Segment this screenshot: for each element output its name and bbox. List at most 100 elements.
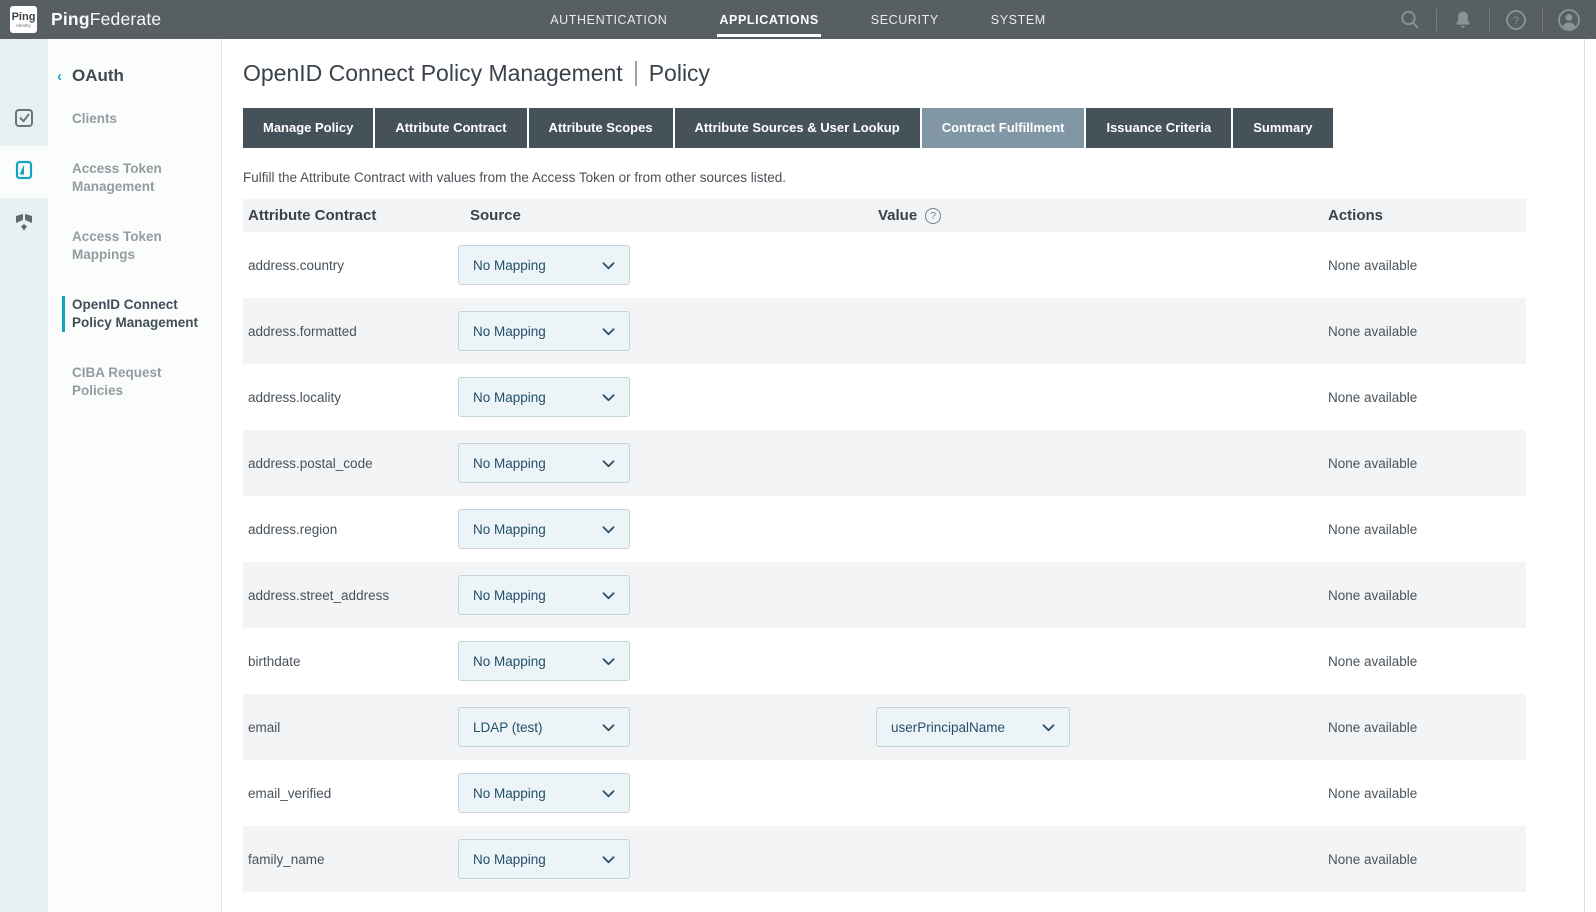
table-row: address.postal_codeNo MappingNone availa… bbox=[243, 430, 1526, 496]
source-dropdown[interactable]: No Mapping bbox=[458, 245, 630, 285]
main-content: OpenID Connect Policy Management Policy … bbox=[222, 39, 1584, 912]
tab-attribute-sources-user-lookup[interactable]: Attribute Sources & User Lookup bbox=[675, 108, 920, 148]
sidebar-item-token-management-shortcut[interactable] bbox=[0, 146, 48, 198]
sidebar-item-ciba-request-policies[interactable]: CIBA Request Policies bbox=[48, 364, 221, 400]
chevron-down-icon bbox=[602, 720, 615, 735]
source-dropdown[interactable]: No Mapping bbox=[458, 509, 630, 549]
source-dropdown[interactable]: LDAP (test) bbox=[458, 707, 630, 747]
divider bbox=[1489, 9, 1490, 31]
table-row: family_name No Mapping None available bbox=[243, 826, 1526, 892]
header-source: Source bbox=[458, 207, 860, 224]
source-dropdown-label: No Mapping bbox=[473, 588, 546, 603]
source-dropdown[interactable]: No Mapping bbox=[458, 377, 630, 417]
source-dropdown-label: LDAP (test) bbox=[473, 720, 543, 735]
tab-manage-policy[interactable]: Manage Policy bbox=[243, 108, 373, 148]
attribute-name: address.region bbox=[243, 522, 458, 537]
divider bbox=[1542, 9, 1543, 31]
sidebar-item-clients[interactable]: Clients bbox=[48, 110, 221, 128]
header-value: Value ? bbox=[860, 207, 1305, 224]
help-icon[interactable]: ? bbox=[1503, 7, 1529, 33]
source-cell: No Mapping bbox=[458, 245, 860, 285]
source-dropdown-label: No Mapping bbox=[473, 852, 546, 867]
tab-contract-fulfillment[interactable]: Contract Fulfillment bbox=[922, 108, 1085, 148]
topbar-icons: ? bbox=[1397, 0, 1582, 39]
table-header: Attribute Contract Source Value ? Action… bbox=[243, 199, 1526, 232]
svg-text:?: ? bbox=[1513, 15, 1519, 27]
source-cell: No Mapping bbox=[458, 839, 860, 879]
sidebar-item-token-mapping-shortcut[interactable] bbox=[0, 198, 48, 250]
source-cell: No Mapping bbox=[458, 509, 860, 549]
value-help-icon[interactable]: ? bbox=[925, 208, 941, 224]
attribute-name: family_name bbox=[243, 852, 458, 867]
sidebar-item-access-token-mappings[interactable]: Access Token Mappings bbox=[48, 228, 221, 264]
source-dropdown[interactable]: No Mapping bbox=[458, 575, 630, 615]
client-check-icon bbox=[12, 106, 36, 135]
source-cell: No Mapping bbox=[458, 773, 860, 813]
actions-cell: None available bbox=[1305, 852, 1526, 867]
sidebar-section-title: OAuth bbox=[72, 66, 124, 86]
actions-cell: None available bbox=[1305, 258, 1526, 273]
attribute-name: email bbox=[243, 720, 458, 735]
source-cell: No Mapping bbox=[458, 443, 860, 483]
sidebar-icon-rail bbox=[0, 39, 48, 912]
tab-issuance-criteria[interactable]: Issuance Criteria bbox=[1086, 108, 1231, 148]
source-cell: No Mapping bbox=[458, 377, 860, 417]
user-icon[interactable] bbox=[1556, 7, 1582, 33]
source-dropdown-label: No Mapping bbox=[473, 654, 546, 669]
actions-cell: None available bbox=[1305, 456, 1526, 471]
sidebar: ‹ OAuth Clients Access Token Management Ac… bbox=[48, 39, 222, 912]
nav-applications[interactable]: APPLICATIONS bbox=[717, 2, 820, 37]
attribute-name: email_verified bbox=[243, 786, 458, 801]
tab-summary[interactable]: Summary bbox=[1233, 108, 1332, 148]
attribute-name: birthdate bbox=[243, 654, 458, 669]
attribute-name: address.street_address bbox=[243, 588, 458, 603]
value-dropdown[interactable]: userPrincipalName bbox=[876, 707, 1070, 747]
table-row: address.regionNo MappingNone available bbox=[243, 496, 1526, 562]
actions-cell: None available bbox=[1305, 786, 1526, 801]
source-dropdown[interactable]: No Mapping bbox=[458, 641, 630, 681]
nav-system[interactable]: SYSTEM bbox=[989, 2, 1048, 37]
vertical-scrollbar[interactable] bbox=[1584, 39, 1596, 912]
source-dropdown[interactable]: No Mapping bbox=[458, 311, 630, 351]
tab-attribute-contract[interactable]: Attribute Contract bbox=[375, 108, 526, 148]
value-dropdown-label: userPrincipalName bbox=[891, 720, 1005, 735]
table-row: address.localityNo Mapping None available bbox=[243, 364, 1526, 430]
tab-attribute-scopes[interactable]: Attribute Scopes bbox=[529, 108, 673, 148]
sidebar-item-access-token-management[interactable]: Access Token Management bbox=[48, 160, 221, 196]
notifications-icon[interactable] bbox=[1450, 7, 1476, 33]
actions-cell: None available bbox=[1305, 390, 1526, 405]
table-row: address.formattedNo Mapping None availabl… bbox=[243, 298, 1526, 364]
chevron-down-icon bbox=[602, 852, 615, 867]
source-dropdown[interactable]: No Mapping bbox=[458, 839, 630, 879]
value-cell: userPrincipalName bbox=[860, 707, 1305, 747]
actions-cell: None available bbox=[1305, 324, 1526, 339]
source-dropdown[interactable]: No Mapping bbox=[458, 443, 630, 483]
chevron-down-icon bbox=[602, 258, 615, 273]
token-mapping-icon bbox=[12, 210, 36, 239]
chevron-down-icon bbox=[602, 390, 615, 405]
brand-rest: Federate bbox=[90, 9, 162, 29]
source-dropdown-label: No Mapping bbox=[473, 258, 546, 273]
chevron-down-icon bbox=[602, 786, 615, 801]
page-title-sub: Policy bbox=[649, 58, 710, 88]
search-icon[interactable] bbox=[1397, 7, 1423, 33]
source-dropdown-label: No Mapping bbox=[473, 522, 546, 537]
attribute-name: address.country bbox=[243, 258, 458, 273]
header-value-label: Value bbox=[878, 207, 917, 224]
attribute-name: address.formatted bbox=[243, 324, 458, 339]
chevron-down-icon bbox=[602, 588, 615, 603]
sidebar-item-openid-connect-policy-management[interactable]: OpenID Connect Policy Management bbox=[62, 296, 221, 332]
source-dropdown[interactable]: No Mapping bbox=[458, 773, 630, 813]
actions-cell: None available bbox=[1305, 588, 1526, 603]
chevron-down-icon bbox=[602, 522, 615, 537]
source-cell: No Mapping bbox=[458, 575, 860, 615]
ping-identity-logo[interactable]: Ping Identity bbox=[10, 6, 37, 33]
brand-bold: Ping bbox=[51, 9, 90, 29]
attribute-name: address.locality bbox=[243, 390, 458, 405]
sidebar-back-oauth[interactable]: ‹ OAuth bbox=[48, 66, 221, 86]
sidebar-item-clients-shortcut[interactable] bbox=[0, 94, 48, 146]
divider bbox=[1436, 9, 1437, 31]
actions-cell: None available bbox=[1305, 720, 1526, 735]
nav-authentication[interactable]: AUTHENTICATION bbox=[548, 2, 669, 37]
nav-security[interactable]: SECURITY bbox=[869, 2, 941, 37]
